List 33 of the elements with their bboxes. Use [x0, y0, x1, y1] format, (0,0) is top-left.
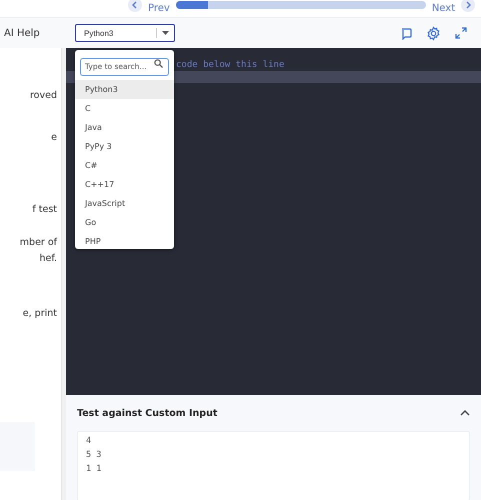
problem-text: e, print	[22, 308, 57, 319]
search-icon	[154, 59, 163, 68]
language-option[interactable]: Java	[75, 118, 174, 136]
language-option[interactable]: Go	[75, 212, 174, 232]
language-option[interactable]: JavaScript	[75, 194, 174, 212]
problem-text: hef.	[39, 253, 57, 264]
problem-text: mber of	[20, 237, 57, 248]
chevron-left-icon	[131, 0, 139, 8]
code-comment: code below this line	[176, 60, 284, 70]
settings-icon[interactable]	[426, 26, 441, 40]
language-option[interactable]: PyPy 3	[75, 136, 174, 156]
expand-icon[interactable]	[455, 27, 467, 39]
language-select[interactable]: Python3	[75, 24, 175, 42]
language-option[interactable]: C#	[75, 156, 174, 174]
next-link[interactable]: Next	[432, 2, 456, 14]
next-button[interactable]	[461, 0, 476, 12]
dropdown-caret-icon	[162, 31, 169, 35]
language-option[interactable]: PHP	[75, 232, 174, 249]
panel-title: Test against Custom Input	[77, 408, 218, 418]
language-option[interactable]: Python3	[75, 80, 174, 98]
prev-link[interactable]: Prev	[148, 2, 170, 14]
language-option[interactable]: C	[75, 98, 174, 118]
resize-handle[interactable]	[61, 48, 66, 500]
problem-text: roved	[30, 90, 57, 101]
prev-button[interactable]	[128, 0, 142, 12]
chevron-right-icon	[464, 0, 472, 8]
chat-icon[interactable]	[400, 26, 412, 40]
problem-text: f test	[32, 204, 57, 215]
custom-input-field[interactable]: 4 5 3 1 1	[77, 431, 470, 500]
problem-text: e	[51, 132, 57, 143]
language-option[interactable]: C++17	[75, 174, 174, 194]
ai-help-tab[interactable]: AI Help	[4, 28, 75, 38]
chevron-up-icon[interactable]	[460, 410, 470, 416]
